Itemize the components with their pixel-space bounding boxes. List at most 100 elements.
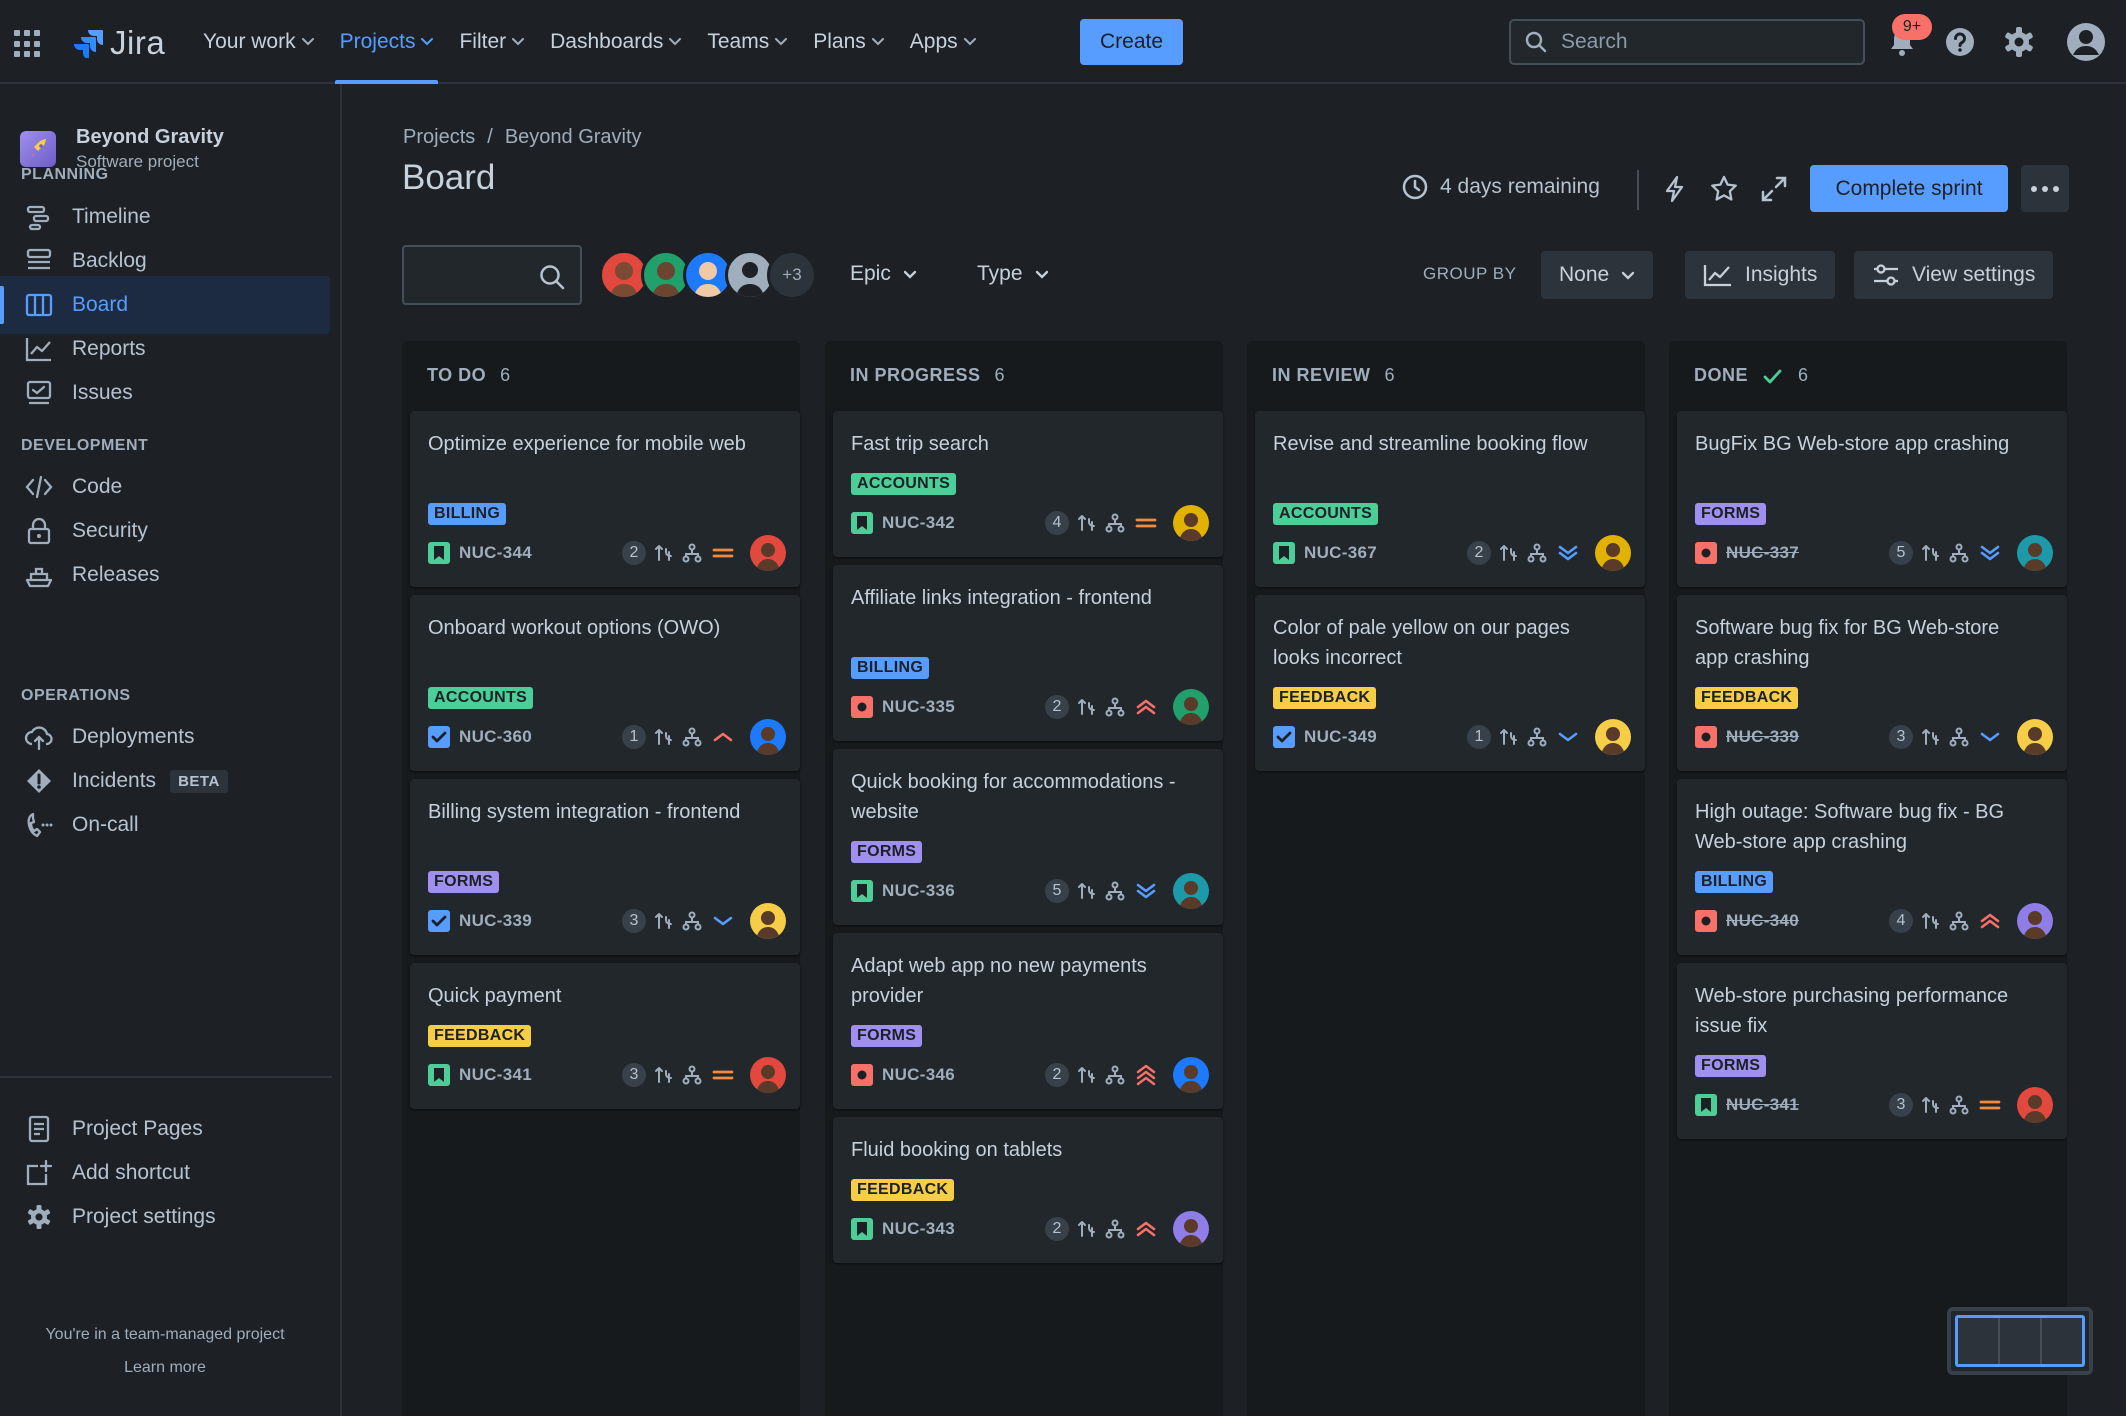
nav-plans[interactable]: Plans [800, 0, 897, 84]
issue-card[interactable]: BugFix BG Web-store app crashing FORMS NUC… [1677, 411, 2067, 587]
board-search-input[interactable] [402, 245, 582, 305]
column-done: DONE 6 BugFix BG Web-store app crashing FOR… [1669, 341, 2067, 1416]
issue-key[interactable]: NUC-346 [882, 1065, 955, 1085]
issue-key[interactable]: NUC-336 [882, 881, 955, 901]
card-meta: 2 [1045, 1211, 1209, 1247]
breadcrumb-projects[interactable]: Projects [403, 126, 475, 149]
priority-low-icon [713, 916, 733, 926]
issue-card[interactable]: Adapt web app no new payments provider FO… [833, 933, 1223, 1109]
assignee-avatar[interactable] [750, 535, 786, 571]
issue-card[interactable]: Web-store purchasing performance issue f… [1677, 963, 2067, 1139]
nav-filter[interactable]: Filter [446, 0, 537, 84]
sidebar-icon-wrap [24, 378, 54, 408]
issue-key[interactable]: NUC-335 [882, 697, 955, 717]
board-minimap[interactable] [1947, 1307, 2093, 1375]
assignee-avatar[interactable] [750, 719, 786, 755]
sidebar-item-on-call[interactable]: On-call [0, 796, 330, 854]
issue-card[interactable]: Onboard workout options (OWO) ACCOUNTS NUC… [410, 595, 800, 771]
assignee-avatar[interactable] [1595, 535, 1631, 571]
more-actions-button[interactable] [2021, 165, 2069, 212]
card-label: FORMS [1695, 503, 1767, 525]
breadcrumb-project[interactable]: Beyond Gravity [505, 126, 642, 149]
type-filter-label: Type [977, 262, 1023, 285]
type-filter-dropdown[interactable]: Type [977, 262, 1049, 286]
issue-key[interactable]: NUC-337 [1726, 543, 1799, 563]
assignee-avatar[interactable] [2017, 719, 2053, 755]
more-assignees-badge[interactable]: +3 [767, 250, 817, 300]
assignee-avatar[interactable] [2017, 903, 2053, 939]
issue-card[interactable]: Revise and streamline booking flow ACCOUN… [1255, 411, 1645, 587]
learn-more-link[interactable]: Learn more [0, 1359, 330, 1377]
card-label: FORMS [851, 1025, 923, 1047]
issue-key[interactable]: NUC-344 [459, 543, 532, 563]
nav-your-work[interactable]: Your work [190, 0, 327, 84]
column-to-do: TO DO 6 Optimize experience for mobile web… [402, 341, 800, 1416]
nav-teams[interactable]: Teams [694, 0, 800, 84]
issue-key[interactable]: NUC-339 [459, 911, 532, 931]
assignee-avatar[interactable] [1173, 689, 1209, 725]
epic-filter-dropdown[interactable]: Epic [850, 262, 917, 286]
sprint-time-remaining[interactable]: 4 days remaining [1402, 174, 1600, 200]
issue-key[interactable]: NUC-341 [459, 1065, 532, 1085]
issue-key[interactable]: NUC-339 [1726, 727, 1799, 747]
nav-dashboards[interactable]: Dashboards [537, 0, 694, 84]
card-title: Onboard workout options (OWO) [428, 617, 721, 639]
issue-card[interactable]: High outage: Software bug fix - BG Web-s… [1677, 779, 2067, 955]
settings-gear-icon[interactable] [2001, 24, 2037, 60]
assignee-avatar[interactable] [1173, 1211, 1209, 1247]
sidebar-icon-wrap [24, 766, 54, 796]
assignee-avatar[interactable] [2017, 1087, 2053, 1123]
create-button[interactable]: Create [1080, 19, 1183, 65]
issue-card[interactable]: Optimize experience for mobile web BILLIN… [410, 411, 800, 587]
issue-card[interactable]: Software bug fix for BG Web-store app cr… [1677, 595, 2067, 771]
fullscreen-icon[interactable] [1759, 174, 1789, 204]
chevron-down-icon [963, 38, 976, 46]
issue-key[interactable]: NUC-342 [882, 513, 955, 533]
star-icon[interactable] [1709, 174, 1739, 204]
task-type-badge [428, 726, 450, 748]
issue-card[interactable]: Quick booking for accommodations - websi… [833, 749, 1223, 925]
card-title: Billing system integration - frontend [428, 801, 741, 823]
assignee-avatar[interactable] [750, 1057, 786, 1093]
issue-card[interactable]: Quick payment FEEDBACK NUC-341 3 [410, 963, 800, 1109]
sidebar-item-issues[interactable]: Issues [0, 364, 330, 422]
app-switcher-icon[interactable] [14, 30, 42, 58]
issue-key[interactable]: NUC-343 [882, 1219, 955, 1239]
chevron-down-icon [871, 38, 884, 46]
issue-card[interactable]: Affiliate links integration - frontend BI… [833, 565, 1223, 741]
sidebar-icon-wrap [24, 290, 54, 320]
issue-key[interactable]: NUC-341 [1726, 1095, 1799, 1115]
issue-key[interactable]: NUC-360 [459, 727, 532, 747]
profile-avatar-icon[interactable] [2066, 22, 2106, 62]
assignee-avatar[interactable] [2017, 535, 2053, 571]
issue-card[interactable]: Fast trip search ACCOUNTS NUC-342 4 [833, 411, 1223, 557]
assignee-avatar[interactable] [750, 903, 786, 939]
nav-apps[interactable]: Apps [897, 0, 989, 84]
chevron-down-icon [421, 38, 434, 46]
issue-card[interactable]: Fluid booking on tablets FEEDBACK NUC-343 2 [833, 1117, 1223, 1263]
assignee-avatar[interactable] [1173, 505, 1209, 541]
help-icon[interactable] [1942, 24, 1978, 60]
group-by-dropdown[interactable]: None [1541, 251, 1654, 299]
search-input[interactable]: Search [1509, 19, 1865, 65]
lock-icon [27, 517, 51, 545]
assignee-avatar[interactable] [1173, 1057, 1209, 1093]
issue-key[interactable]: NUC-367 [1304, 543, 1377, 563]
lightning-automation-icon[interactable] [1660, 174, 1690, 204]
insights-button[interactable]: Insights [1685, 251, 1836, 299]
card-title: Quick payment [428, 985, 562, 1007]
issue-card[interactable]: Billing system integration - frontend FOR… [410, 779, 800, 955]
complete-sprint-button[interactable]: Complete sprint [1810, 165, 2008, 212]
task-checkbox-icon [1276, 731, 1292, 743]
story-type-badge [1273, 542, 1295, 564]
sidebar-item-project-settings[interactable]: Project settings [0, 1188, 330, 1246]
issue-key[interactable]: NUC-349 [1304, 727, 1377, 747]
issue-key[interactable]: NUC-340 [1726, 911, 1799, 931]
nav-projects[interactable]: Projects [327, 0, 447, 84]
sidebar-item-releases[interactable]: Releases [0, 546, 330, 604]
jira-logo[interactable]: Jira [74, 24, 165, 62]
assignee-avatar[interactable] [1595, 719, 1631, 755]
issue-card[interactable]: Color of pale yellow on our pages looks … [1255, 595, 1645, 771]
assignee-avatar[interactable] [1173, 873, 1209, 909]
view-settings-button[interactable]: View settings [1854, 251, 2054, 299]
